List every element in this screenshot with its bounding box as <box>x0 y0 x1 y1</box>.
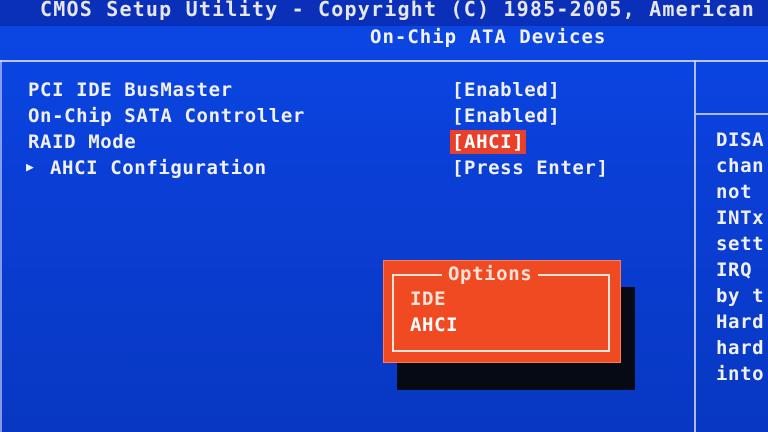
help-text-line: INTx <box>716 207 765 229</box>
options-popup[interactable]: Options IDE AHCI <box>383 260 621 363</box>
menu-item-label: On-Chip SATA Controller <box>28 105 305 127</box>
menu-item-ahci-configuration[interactable]: ▶ AHCI Configuration [Press Enter] <box>0 155 694 181</box>
page-title: On-Chip ATA Devices <box>370 26 607 48</box>
option-ide[interactable]: IDE <box>410 287 446 311</box>
page-subtitle: On-Chip ATA Devices <box>0 22 768 54</box>
menu-item-pci-ide-busmaster[interactable]: PCI IDE BusMaster [Enabled] <box>0 77 694 103</box>
menu-item-label: RAID Mode <box>28 131 137 153</box>
help-text-line: into <box>716 363 765 385</box>
help-text-line: DISA <box>716 129 765 151</box>
menu-item-value[interactable]: [Enabled] <box>452 77 560 103</box>
help-text-line: Hard <box>716 311 765 333</box>
submenu-arrow-icon: ▶ <box>26 160 35 175</box>
help-text-line: sett <box>716 233 765 255</box>
help-text-line: by t <box>716 285 765 307</box>
help-text-line: not <box>716 181 753 203</box>
option-ahci[interactable]: AHCI <box>410 313 458 337</box>
menu-item-label: AHCI Configuration <box>50 157 267 179</box>
menu-item-label: PCI IDE BusMaster <box>28 79 233 101</box>
menu-item-value[interactable]: [Enabled] <box>452 103 560 129</box>
menu-item-onchip-sata-controller[interactable]: On-Chip SATA Controller [Enabled] <box>0 103 694 129</box>
bios-screen: CMOS Setup Utility - Copyright (C) 1985-… <box>0 0 768 432</box>
help-text-line: IRQ <box>716 259 753 281</box>
options-popup-title: Options <box>442 263 539 285</box>
menu-item-raid-mode[interactable]: RAID Mode [AHCI] <box>0 129 694 155</box>
menu-item-value-selected[interactable]: [AHCI] <box>450 130 527 154</box>
menu-item-value[interactable]: [Press Enter] <box>452 155 609 181</box>
utility-title: CMOS Setup Utility - Copyright (C) 1985-… <box>40 0 768 21</box>
help-panel-divider <box>694 60 696 432</box>
help-text-line: hard <box>716 337 765 359</box>
help-panel-top-rule <box>696 113 768 115</box>
help-text-line: chan <box>716 155 765 177</box>
frame-top-border <box>0 60 768 62</box>
